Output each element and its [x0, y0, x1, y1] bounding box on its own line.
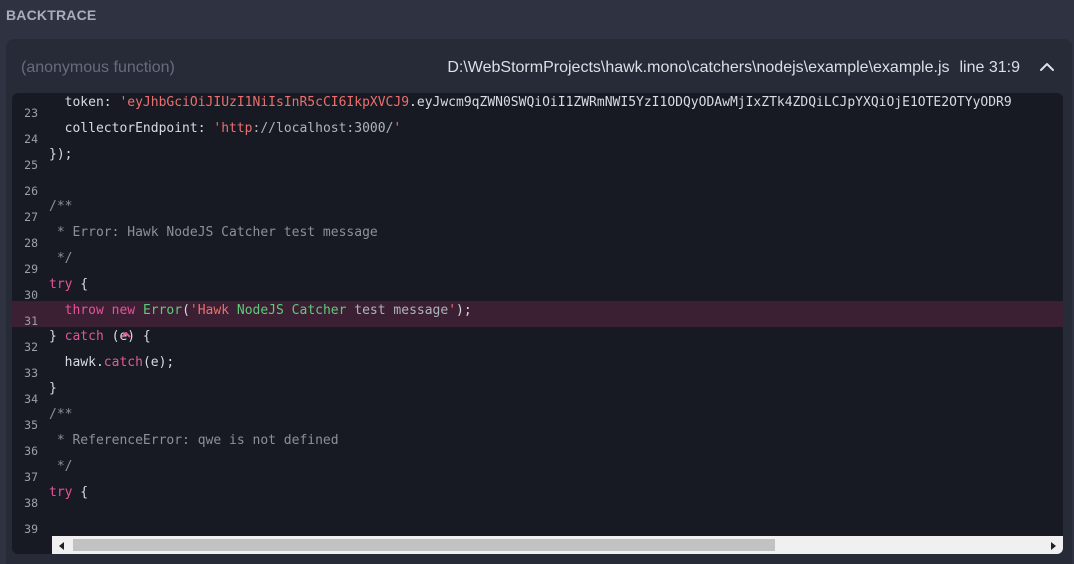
line-source: });	[49, 147, 72, 162]
code-line: 33 hawk.catch(e);	[12, 353, 1063, 380]
line-number: 31	[24, 314, 38, 328]
error-position-caret-icon	[121, 325, 131, 338]
code-token: {	[72, 277, 89, 292]
code-line: 27 /**	[12, 197, 1063, 224]
code-token: }	[49, 329, 65, 344]
code-line: 39	[12, 509, 1063, 536]
code-token: * ReferenceError: qwe is not defined	[49, 433, 339, 448]
line-source: try {	[49, 485, 88, 500]
frame-header[interactable]: (anonymous function) D:\WebStormProjects…	[6, 39, 1072, 95]
code-token: '	[393, 121, 402, 136]
line-number: 39	[24, 522, 38, 536]
line-source: try {	[49, 277, 88, 292]
code-token: new	[111, 303, 136, 318]
line-number: 36	[24, 444, 38, 458]
code-line: 36 * ReferenceError: qwe is not defined	[12, 431, 1063, 458]
code-token: });	[49, 147, 73, 162]
line-source: /**	[49, 407, 72, 422]
code-token: /**	[49, 407, 73, 422]
code-line: 34}	[12, 379, 1063, 406]
horizontal-scrollbar[interactable]	[52, 536, 1063, 554]
line-source: throw new Error('Hawk NodeJS Catcher tes…	[49, 303, 472, 318]
line-source: collectorEndpoint: 'http://localhost:300…	[49, 121, 402, 136]
code-token: try	[49, 277, 73, 292]
line-number: 29	[24, 262, 38, 276]
file-path: D:\WebStormProjects\hawk.mono\catchers\n…	[447, 59, 950, 76]
code-token: collectorEndpoint:	[49, 121, 214, 136]
code-token: catch	[103, 355, 143, 370]
frame-location: D:\WebStormProjects\hawk.mono\catchers\n…	[447, 59, 1020, 77]
code-view: 39 38 try {37 */36 * ReferenceError: qwe i…	[12, 93, 1063, 554]
code-token: 'Hawk	[189, 303, 237, 318]
code-line: 35 /**	[12, 405, 1063, 432]
code-line: 23 token: 'eyJhbGciOiJIUzI1NiIsInR5cCI6I…	[12, 93, 1063, 120]
code-token: '	[448, 303, 457, 318]
line-source: * Error: Hawk NodeJS Catcher test messag…	[49, 225, 378, 240]
line-number: 38	[24, 496, 38, 510]
line-reference: line 31:9	[959, 59, 1021, 76]
scrollbar-thumb[interactable]	[73, 539, 775, 551]
code-line: 24 collectorEndpoint: 'http://localhost:…	[12, 119, 1063, 146]
line-source: */	[49, 251, 73, 266]
code-token: token:	[49, 95, 120, 110]
code-line: 31 throw new Error('Hawk NodeJS Catcher …	[12, 301, 1063, 328]
code-token: }	[49, 381, 57, 396]
backtrace-frame: (anonymous function) D:\WebStormProjects…	[6, 39, 1072, 564]
code-token: (	[182, 303, 190, 318]
line-number: 28	[24, 236, 38, 250]
line-number: 26	[24, 184, 38, 198]
line-number: 23	[24, 106, 38, 120]
code-token: throw	[64, 303, 104, 318]
code-line: 38 try {	[12, 483, 1063, 510]
scroll-right-arrow-icon[interactable]	[1047, 539, 1059, 551]
code-token: catch	[64, 329, 104, 344]
code-token: {	[72, 485, 89, 500]
line-source: } catch (e) {	[49, 329, 151, 344]
code-line: 30 try {	[12, 275, 1063, 302]
line-number: 37	[24, 470, 38, 484]
code-token: * Error: Hawk NodeJS Catcher test messag…	[49, 225, 378, 240]
scroll-left-arrow-icon[interactable]	[56, 539, 68, 551]
code-token: .eyJwcm9qZWN0SWQiOiI1ZWRmNWI5YzI1ODQyODA…	[409, 95, 1012, 110]
code-token: (e);	[142, 355, 175, 370]
line-number: 34	[24, 392, 38, 406]
line-source: token: 'eyJhbGciOiJIUzI1NiIsInR5cCI6IkpX…	[49, 95, 1012, 110]
code-line: 37 */	[12, 457, 1063, 484]
code-token: hawk.	[49, 355, 104, 370]
code-token: 'eyJhbGciOiJIUzI1NiIsInR5cCI6IkpXVCJ9	[119, 95, 410, 110]
line-number: 33	[24, 366, 38, 380]
code-token: );	[456, 303, 472, 318]
code-token: */	[49, 251, 73, 266]
code-token: try	[49, 485, 73, 500]
line-number: 30	[24, 288, 38, 302]
code-line: 25});	[12, 145, 1063, 172]
line-source: * ReferenceError: qwe is not defined	[49, 433, 339, 448]
section-title: BACKTRACE	[6, 7, 97, 23]
code-token: NodeJS Catcher	[236, 303, 347, 318]
code-token: test message	[346, 303, 449, 318]
code-token: 'http	[213, 121, 253, 136]
line-source: /**	[49, 199, 72, 214]
line-number: 35	[24, 418, 38, 432]
function-name: (anonymous function)	[21, 59, 175, 76]
line-source: hawk.catch(e);	[49, 355, 175, 370]
code-token: */	[49, 459, 73, 474]
code-token: ://localhost:3000/	[252, 121, 394, 136]
code-token: Error	[142, 303, 183, 318]
code-token: /**	[49, 199, 73, 214]
chevron-up-icon[interactable]	[1038, 58, 1056, 76]
code-line: 32 } catch (e) {	[12, 327, 1063, 354]
line-number: 25	[24, 158, 38, 172]
code-line: 26	[12, 171, 1063, 198]
line-number: 32	[24, 340, 38, 354]
code-line: 28 * Error: Hawk NodeJS Catcher test mes…	[12, 223, 1063, 250]
line-number: 24	[24, 132, 38, 146]
line-source: }	[49, 381, 57, 396]
line-number: 27	[24, 210, 38, 224]
line-source: */	[49, 459, 73, 474]
code-line: 29 */	[12, 249, 1063, 276]
